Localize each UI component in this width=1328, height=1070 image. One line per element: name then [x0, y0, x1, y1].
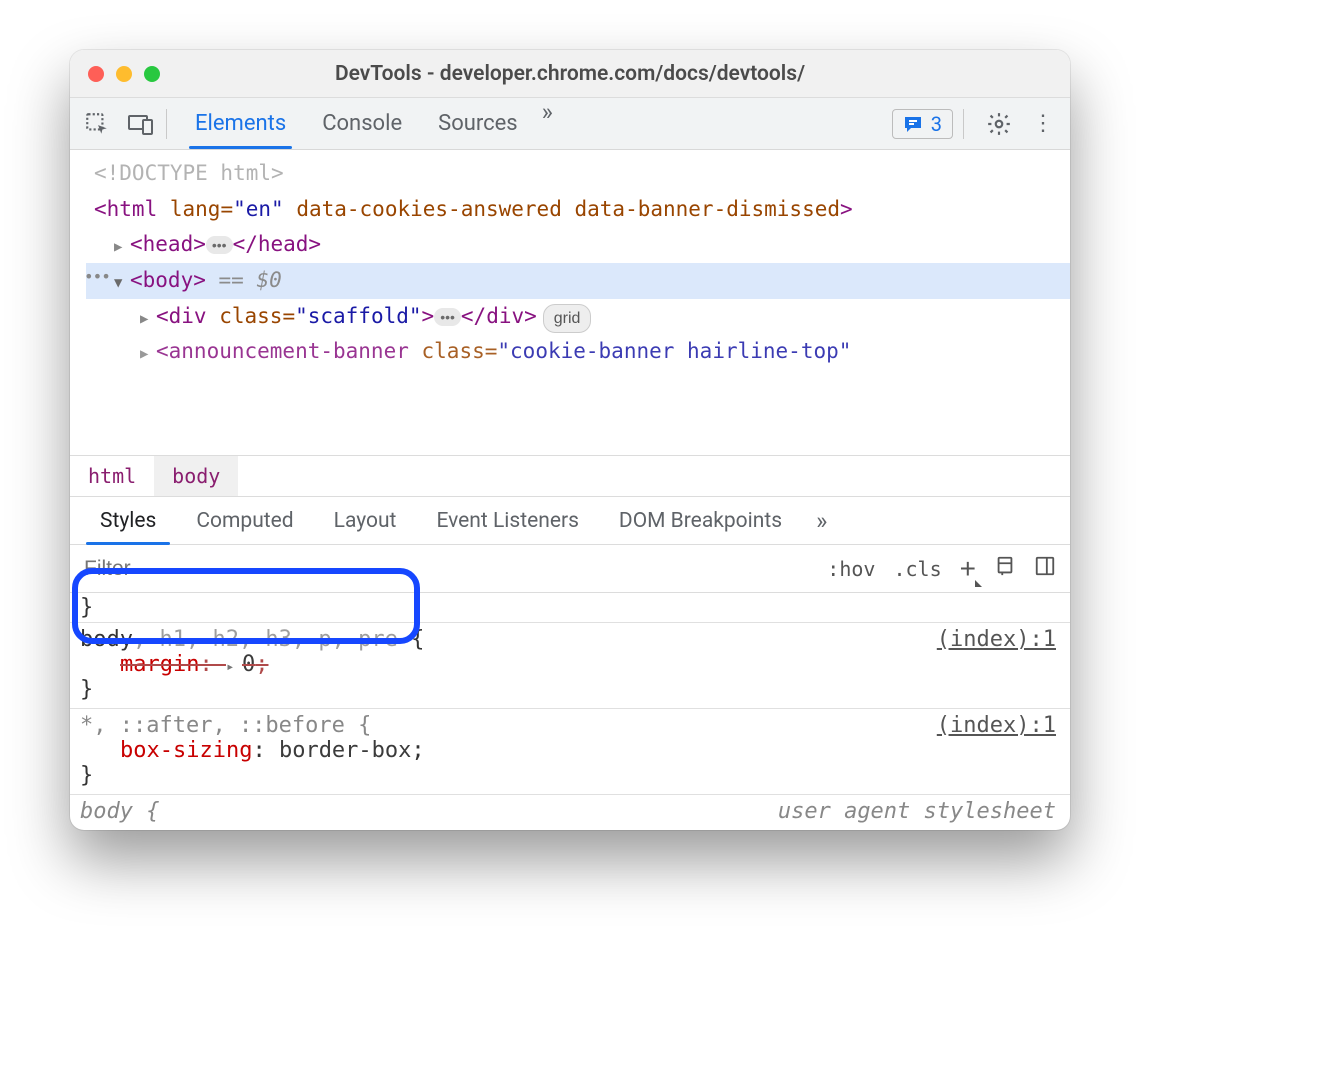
main-toolbar: Elements Console Sources » 3 ⋮ [70, 98, 1070, 150]
subtab-event-listeners[interactable]: Event Listeners [416, 497, 598, 544]
more-subtabs-icon[interactable]: » [810, 507, 829, 535]
hov-toggle[interactable]: :hov [827, 557, 875, 581]
ellipsis-icon[interactable]: ••• [206, 236, 233, 254]
subtab-layout[interactable]: Layout [314, 497, 417, 544]
divider [963, 109, 964, 139]
maximize-window-button[interactable] [144, 66, 160, 82]
styles-filter-input[interactable] [70, 545, 827, 592]
computed-sidebar-icon[interactable] [1034, 555, 1056, 582]
style-rule-1[interactable]: (index):1 body, h1, h2, h3, p, pre { mar… [70, 623, 1070, 709]
dom-html-open[interactable]: <html lang="en" data-cookies-answered da… [86, 192, 1070, 228]
subtab-styles[interactable]: Styles [80, 497, 176, 544]
minimize-window-button[interactable] [116, 66, 132, 82]
dom-div-scaffold[interactable]: ▶<div class="scaffold">•••</div>grid [86, 299, 1070, 335]
issues-badge[interactable]: 3 [892, 109, 953, 139]
tab-sources[interactable]: Sources [420, 98, 536, 149]
inspect-element-icon[interactable] [82, 109, 112, 139]
styles-rules: } (index):1 body, h1, h2, h3, p, pre { m… [70, 593, 1070, 830]
device-toolbar-icon[interactable] [126, 109, 156, 139]
style-rule-3-ua[interactable]: user agent stylesheet body { [70, 795, 1070, 830]
subtab-dom-breakpoints[interactable]: DOM Breakpoints [599, 497, 802, 544]
rule-source-ua: user agent stylesheet [778, 799, 1056, 824]
rule-source-link[interactable]: (index):1 [937, 713, 1056, 738]
rule-source-link[interactable]: (index):1 [937, 627, 1056, 652]
tab-console[interactable]: Console [304, 98, 420, 149]
styles-subtabs: Styles Computed Layout Event Listeners D… [70, 497, 1070, 545]
style-rule-prev-close[interactable]: } [70, 593, 1070, 623]
dom-body-selected[interactable]: ••• ▼<body> == $0 [86, 263, 1070, 299]
rule-declaration[interactable]: margin: ▸0; [80, 652, 1060, 677]
tab-elements[interactable]: Elements [177, 98, 304, 149]
cls-toggle[interactable]: .cls [893, 557, 941, 581]
grid-chip[interactable]: grid [543, 304, 592, 333]
ellipsis-icon[interactable]: ••• [434, 308, 461, 326]
rule-declaration[interactable]: box-sizing: border-box; [80, 738, 1060, 763]
copy-styles-icon[interactable] [994, 555, 1016, 582]
panel-tabs: Elements Console Sources » [177, 98, 555, 149]
more-menu-icon[interactable]: ⋮ [1028, 109, 1058, 139]
dom-head[interactable]: ▶<head>•••</head> [86, 227, 1070, 263]
subtab-computed[interactable]: Computed [176, 497, 313, 544]
devtools-window: DevTools - developer.chrome.com/docs/dev… [70, 50, 1070, 830]
dom-banner-partial[interactable]: ▶<announcement-banner class="cookie-bann… [86, 334, 1070, 370]
style-rule-2[interactable]: (index):1 *, ::after, ::before { box-siz… [70, 709, 1070, 795]
more-tabs-icon[interactable]: » [536, 98, 555, 149]
window-controls [88, 66, 160, 82]
elements-dom-tree[interactable]: <!DOCTYPE html> <html lang="en" data-coo… [70, 150, 1070, 455]
styles-filter-row: :hov .cls + [70, 545, 1070, 593]
new-style-rule-icon[interactable]: + [960, 553, 976, 585]
rule-selector[interactable]: body, h1, h2, h3, p, pre { [80, 627, 1060, 652]
window-title: DevTools - developer.chrome.com/docs/dev… [70, 62, 1070, 86]
issues-icon [903, 115, 923, 133]
issues-count: 3 [931, 112, 942, 136]
divider [166, 109, 167, 139]
dom-doctype[interactable]: <!DOCTYPE html> [86, 156, 1070, 192]
crumb-html[interactable]: html [70, 456, 154, 496]
dom-breadcrumb: html body [70, 455, 1070, 497]
settings-icon[interactable] [984, 109, 1014, 139]
close-window-button[interactable] [88, 66, 104, 82]
crumb-body[interactable]: body [154, 456, 238, 496]
titlebar: DevTools - developer.chrome.com/docs/dev… [70, 50, 1070, 98]
rule-selector[interactable]: *, ::after, ::before { [80, 713, 1060, 738]
